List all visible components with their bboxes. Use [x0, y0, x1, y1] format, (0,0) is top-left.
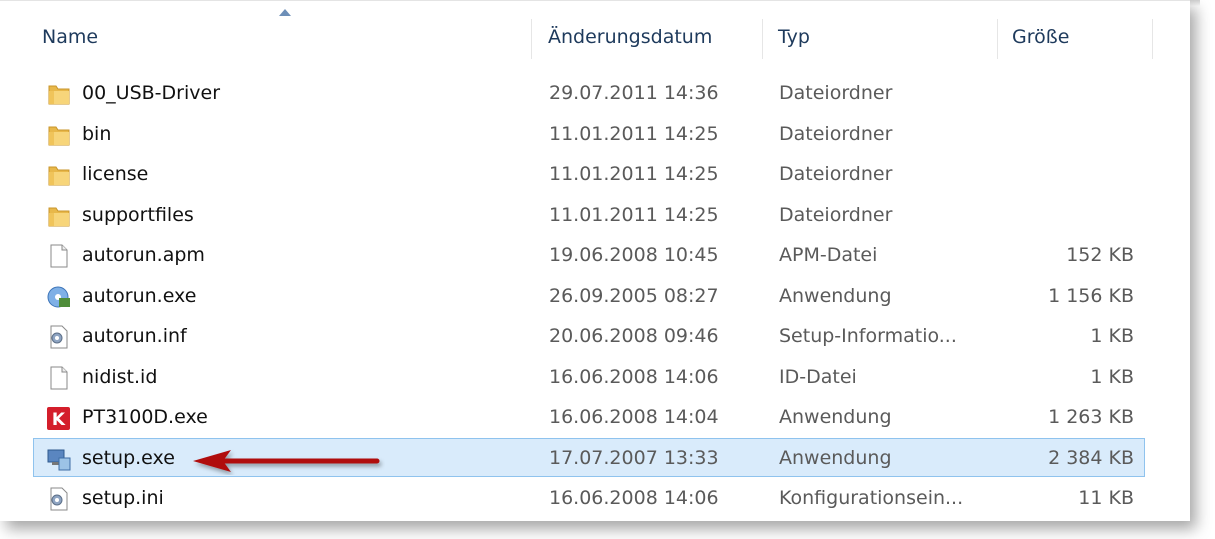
red-k-app-icon: K — [46, 405, 72, 431]
file-type: ID-Datei — [779, 365, 857, 388]
file-list-view: Name Änderungsdatum Typ Größe 00_USB-Dri… — [0, 0, 1190, 521]
folder-icon — [46, 81, 72, 107]
file-date: 16.06.2008 14:06 — [549, 365, 719, 388]
column-header-date[interactable]: Änderungsdatum — [548, 15, 712, 59]
file-type: Anwendung — [779, 446, 892, 469]
file-date: 11.01.2011 14:25 — [549, 203, 719, 226]
file-name: license — [82, 163, 149, 185]
file-type: APM-Datei — [779, 244, 878, 266]
sort-ascending-icon — [279, 9, 291, 16]
folder-icon — [46, 203, 72, 229]
file-size: 1 KB — [1090, 365, 1134, 388]
file-name: PT3100D.exe — [82, 406, 208, 428]
file-row[interactable]: nidist.id 16.06.2008 14:06 ID-Datei 1 KB — [33, 357, 1145, 396]
folder-icon — [46, 162, 72, 188]
file-type: Dateiordner — [779, 82, 893, 104]
file-row[interactable]: bin 11.01.2011 14:25 Dateiordner — [33, 114, 1145, 153]
folder-icon — [46, 122, 72, 148]
file-row[interactable]: 00_USB-Driver 29.07.2011 14:36 Dateiordner — [33, 73, 1145, 112]
setup-computer-icon — [46, 446, 72, 472]
file-name: 00_USB-Driver — [82, 82, 221, 104]
file-size: 2 384 KB — [1048, 446, 1134, 469]
file-date: 17.07.2007 13:33 — [549, 446, 719, 469]
file-name: setup.ini — [82, 487, 164, 509]
column-divider[interactable] — [997, 19, 998, 59]
file-type: Konfigurationsein... — [779, 487, 964, 509]
file-name: autorun.inf — [82, 325, 187, 347]
file-date: 20.06.2008 09:46 — [549, 325, 719, 347]
file-size: 1 KB — [1090, 325, 1134, 347]
blank-file-icon — [46, 365, 72, 391]
file-type: Setup-Informatio... — [779, 325, 957, 347]
file-type: Anwendung — [779, 406, 892, 428]
file-row[interactable]: autorun.exe 26.09.2005 08:27 Anwendung 1 15… — [33, 276, 1145, 315]
file-date: 16.06.2008 14:04 — [549, 406, 719, 428]
file-row[interactable]: autorun.inf 20.06.2008 09:46 Setup-Informa… — [33, 316, 1145, 355]
file-name: autorun.exe — [82, 284, 197, 307]
settings-file-icon — [46, 324, 72, 350]
file-name: autorun.apm — [82, 244, 205, 266]
file-type: Dateiordner — [779, 163, 893, 185]
column-header-name[interactable]: Name — [42, 15, 98, 59]
settings-file-icon — [46, 486, 72, 512]
file-date: 11.01.2011 14:25 — [549, 163, 719, 185]
file-name: nidist.id — [82, 365, 158, 388]
file-row[interactable]: K PT3100D.exe 16.06.2008 14:04 Anwendung 1 2… — [33, 397, 1145, 436]
file-size: 1 263 KB — [1048, 406, 1134, 428]
column-header: Name Änderungsdatum Typ Größe — [0, 9, 1190, 59]
column-divider[interactable] — [1152, 19, 1153, 59]
file-size: 11 KB — [1078, 487, 1134, 509]
column-header-size[interactable]: Größe — [1012, 15, 1069, 59]
file-row[interactable]: supportfiles 11.01.2011 14:25 Dateiordner — [33, 195, 1145, 234]
file-size: 1 156 KB — [1048, 284, 1134, 307]
file-type: Dateiordner — [779, 203, 893, 226]
file-row[interactable]: autorun.apm 19.06.2008 10:45 APM-Datei 152 … — [33, 235, 1145, 274]
column-divider[interactable] — [531, 19, 532, 59]
svg-text:K: K — [52, 410, 66, 430]
file-row[interactable]: setup.ini 16.06.2008 14:06 Konfigurationse… — [33, 478, 1145, 517]
file-name: bin — [82, 122, 112, 145]
file-date: 26.09.2005 08:27 — [549, 284, 719, 307]
red-arrow-annotation — [193, 450, 380, 472]
file-size: 152 KB — [1066, 244, 1134, 266]
file-type: Dateiordner — [779, 122, 893, 145]
column-header-type[interactable]: Typ — [778, 15, 810, 59]
blank-file-icon — [46, 243, 72, 269]
file-date: 11.01.2011 14:25 — [549, 122, 719, 145]
file-row[interactable]: license 11.01.2011 14:25 Dateiordner — [33, 154, 1145, 193]
file-name: setup.exe — [82, 446, 175, 469]
file-type: Anwendung — [779, 284, 892, 307]
file-date: 19.06.2008 10:45 — [549, 244, 719, 266]
file-date: 29.07.2011 14:36 — [549, 82, 719, 104]
column-divider[interactable] — [762, 19, 763, 59]
file-date: 16.06.2008 14:06 — [549, 487, 719, 509]
file-name: supportfiles — [82, 203, 194, 226]
installer-disc-icon — [46, 284, 72, 310]
